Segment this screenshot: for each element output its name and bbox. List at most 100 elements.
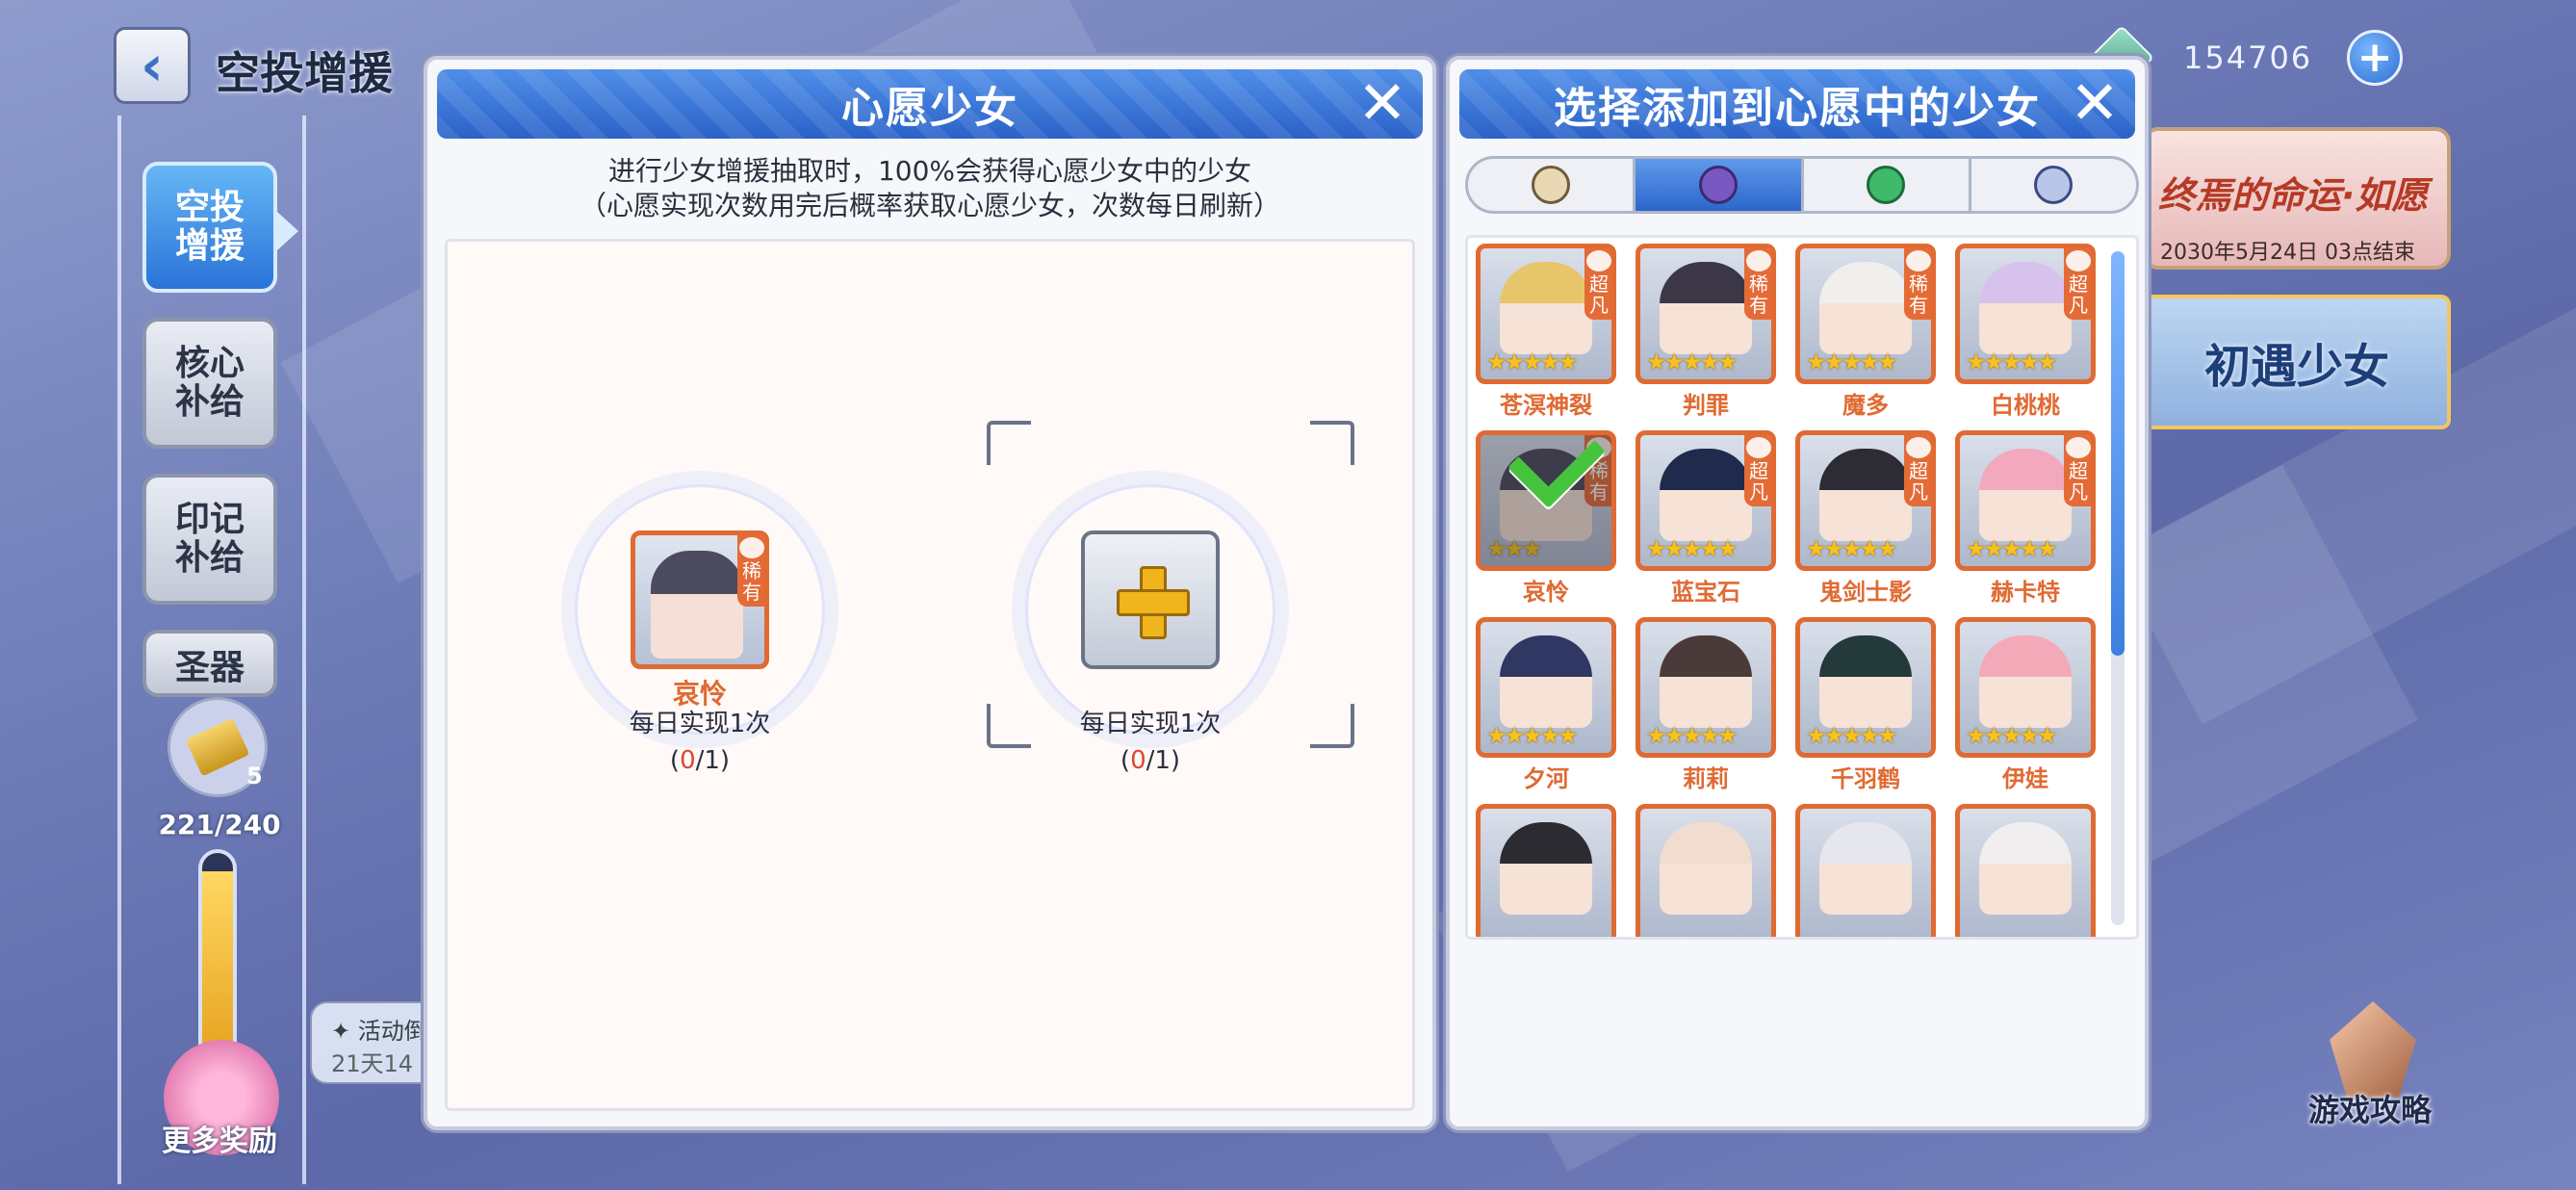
wish-panel-title: 心愿少女: [841, 84, 1018, 133]
fate-banner[interactable]: 终焉的命运·如愿 2030年5月24日 03点结束: [2143, 127, 2451, 270]
character-portrait: [1979, 822, 2072, 915]
scrollbar[interactable]: [2111, 251, 2125, 925]
back-button[interactable]: ‹: [114, 27, 191, 104]
reward-label: 更多奖励: [162, 1125, 277, 1158]
wish-slot-2-count: (0/1): [1120, 746, 1181, 775]
character-name: 哀怜: [1523, 579, 1569, 606]
wish-slot-1-used: 0: [680, 746, 696, 775]
character-portrait: [1500, 822, 1592, 915]
character-card[interactable]: 超凡 ★★★★★: [1795, 430, 1936, 571]
wish-slot-1-rule: 每日实现1次: [629, 710, 771, 738]
character-card[interactable]: ★★★★★: [1795, 617, 1936, 758]
star-rating: ★★★★★: [1486, 722, 1579, 749]
rarity-badge: 稀有: [737, 535, 764, 607]
rarity-badge: 稀有: [1904, 248, 1931, 320]
character-card[interactable]: [1476, 804, 1616, 937]
character-portrait: [1979, 449, 2072, 541]
wish-slot-2-info: 每日实现1次 (0/1): [1035, 706, 1266, 779]
character-grid: ★★★★★ 伊娃 ★★★★★ 千羽鹤 ★★★★★ 莉莉 ★★★★★ 夕河 超凡 ★★★★★ 赫卡特超…: [1465, 235, 2139, 940]
character-name: 伊娃: [2002, 765, 2048, 792]
character-cell[interactable]: 超凡 ★★★★★ 蓝宝石: [1636, 430, 1780, 611]
star-rating: ★★★★★: [1646, 535, 1739, 562]
character-name: 鬼剑士影: [1819, 579, 1912, 606]
ticket-count: 5: [246, 763, 263, 789]
character-cell[interactable]: 超凡 ★★★★★ 鬼剑士影: [1795, 430, 1940, 611]
currency-amount: 154706: [2183, 39, 2313, 76]
rarity-badge: 超凡: [2064, 435, 2091, 506]
tab-relic[interactable]: 圣器: [142, 630, 277, 697]
character-cell[interactable]: ★★★★★ 伊娃: [1955, 617, 2099, 798]
filter-tab-light[interactable]: [1468, 159, 1636, 211]
character-cell[interactable]: 稀有 ★★★ 哀怜: [1476, 410, 1620, 611]
character-cell[interactable]: ★★★★★ 夕河: [1476, 617, 1620, 798]
character-card[interactable]: 超凡 ★★★★★: [1636, 430, 1776, 571]
character-card[interactable]: [1955, 804, 2096, 937]
rarity-badge: 超凡: [1744, 435, 1771, 506]
tab-mark-supply[interactable]: 印记 补给: [142, 474, 277, 605]
element-dark-icon: [1698, 166, 1738, 204]
close-icon[interactable]: ✕: [1355, 73, 1409, 133]
character-portrait: [1819, 449, 1912, 541]
guide-label[interactable]: 游戏攻略: [2308, 1086, 2432, 1130]
character-cell[interactable]: [1795, 804, 1940, 937]
select-panel: 选择添加到心愿中的少女 ✕ ★★★★★ 伊娃 ★★★★★ 千羽鹤 ★★★★★ 莉莉 ★★★★…: [1446, 56, 2149, 1130]
star-rating: ★★★★★: [1966, 535, 2058, 562]
scroll-thumb[interactable]: [2111, 251, 2125, 656]
character-card[interactable]: 超凡 ★★★★★: [1955, 244, 2096, 384]
tab-core-supply[interactable]: 核心 补给: [142, 318, 277, 449]
character-portrait: [1819, 635, 1912, 728]
first-meet-banner[interactable]: 初遇少女: [2143, 295, 2451, 429]
star-rating: ★★★★★: [1646, 722, 1739, 749]
character-name: 苍溟神裂: [1500, 392, 1592, 419]
character-portrait: [1819, 262, 1912, 354]
character-card[interactable]: [1636, 804, 1776, 937]
character-cell[interactable]: ★★★★★ 莉莉: [1636, 617, 1780, 798]
page-title: 空投增援: [216, 47, 393, 99]
star-rating: ★★★★★: [1966, 349, 2058, 375]
bracket-top-left: [987, 421, 1031, 465]
character-card[interactable]: 稀有 ★★★★★: [1636, 244, 1776, 384]
character-portrait: [1979, 262, 2072, 354]
character-card[interactable]: 稀有 ★★★★★: [1795, 244, 1936, 384]
wish-panel-header: 心愿少女 ✕: [437, 69, 1423, 139]
add-wish-button[interactable]: [1081, 530, 1220, 669]
element-filter-tabs: [1465, 156, 2139, 214]
character-card[interactable]: ★★★★★: [1955, 617, 2096, 758]
wish-desc-line-1: 进行少女增援抽取时，100%会获得心愿少女中的少女: [607, 155, 1252, 187]
filter-tab-crystal[interactable]: [1971, 159, 2136, 211]
character-cell[interactable]: 稀有 ★★★★★ 魔多: [1795, 244, 1940, 425]
close-icon[interactable]: ✕: [2068, 73, 2122, 133]
character-card[interactable]: 超凡 ★★★★★: [1955, 430, 2096, 571]
wish-slot-2-used: 0: [1130, 746, 1146, 775]
character-cell[interactable]: [1636, 804, 1780, 937]
character-cell[interactable]: [1955, 804, 2099, 937]
character-cell[interactable]: 超凡 ★★★★★ 白桃桃: [1955, 244, 2099, 425]
character-card[interactable]: 超凡 ★★★★★: [1476, 244, 1616, 384]
fate-banner-date: 2030年5月24日 03点结束: [2160, 241, 2415, 265]
character-cell[interactable]: 超凡 ★★★★★ 苍溟神裂: [1476, 244, 1620, 425]
tab-airdrop[interactable]: 空投 增援: [142, 162, 298, 293]
character-card[interactable]: ★★★★★: [1476, 617, 1616, 758]
character-card[interactable]: ★★★★★: [1636, 617, 1776, 758]
rail-line-right: [302, 116, 306, 1184]
star-rating: ★★★★★: [1486, 349, 1579, 375]
character-name: 判罪: [1683, 392, 1729, 419]
character-portrait: [1819, 822, 1912, 915]
character-portrait: [1500, 635, 1592, 728]
character-name: 白桃桃: [1991, 392, 2060, 419]
character-cell[interactable]: 稀有 ★★★★★ 判罪: [1636, 244, 1780, 425]
wish-slot-1-card[interactable]: 稀有: [631, 530, 769, 669]
filter-tab-dark[interactable]: [1636, 159, 1804, 211]
chevron-left-icon: ‹: [141, 33, 164, 98]
wish-panel: 心愿少女 ✕ 进行少女增援抽取时，100%会获得心愿少女中的少女 （心愿实现次数…: [424, 56, 1436, 1130]
character-name: 莉莉: [1683, 765, 1729, 792]
add-currency-button[interactable]: +: [2347, 30, 2403, 86]
character-cell[interactable]: ★★★★★ 千羽鹤: [1795, 617, 1940, 798]
character-cell[interactable]: 超凡 ★★★★★ 赫卡特: [1955, 430, 2099, 611]
character-portrait: [1500, 262, 1592, 354]
character-cell[interactable]: [1476, 804, 1620, 937]
filter-tab-wind[interactable]: [1804, 159, 1971, 211]
character-card[interactable]: [1795, 804, 1936, 937]
wish-slot-1-total: /1: [695, 746, 720, 775]
character-portrait: [1660, 822, 1752, 915]
